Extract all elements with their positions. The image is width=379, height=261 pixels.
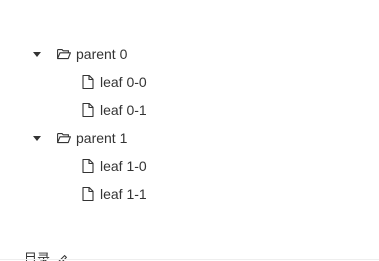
- file-icon: [81, 102, 95, 118]
- directory-tree: parent 0 leaf 0-0 leaf 0-1 parent 1 leaf…: [0, 40, 379, 208]
- divider: [0, 259, 379, 260]
- tree-node-label: leaf 0-1: [100, 102, 147, 118]
- tree-node-content[interactable]: parent 1: [57, 124, 127, 152]
- file-icon: [81, 74, 95, 90]
- tree-node-label: parent 1: [76, 130, 128, 146]
- tree-node-leaf-1-0[interactable]: leaf 1-0: [0, 152, 379, 180]
- tree-node-label: parent 0: [76, 46, 128, 62]
- tree-node-label: leaf 1-0: [100, 158, 147, 174]
- tree-node-content[interactable]: leaf 0-1: [81, 96, 147, 124]
- tree-node-parent-1[interactable]: parent 1: [0, 124, 379, 152]
- tree-node-leaf-1-1[interactable]: leaf 1-1: [0, 180, 379, 208]
- tree-node-leaf-0-1[interactable]: leaf 0-1: [0, 96, 379, 124]
- tree-node-content[interactable]: leaf 0-0: [81, 68, 147, 96]
- file-icon: [81, 186, 95, 202]
- folder-open-icon: [57, 130, 71, 146]
- file-icon: [81, 158, 95, 174]
- tree-node-label: leaf 1-1: [100, 186, 147, 202]
- expand-toggle-icon[interactable]: [31, 124, 45, 152]
- tree-node-leaf-0-0[interactable]: leaf 0-0: [0, 68, 379, 96]
- tree-node-content[interactable]: leaf 1-0: [81, 152, 147, 180]
- expand-toggle-icon[interactable]: [31, 40, 45, 68]
- tree-node-label: leaf 0-0: [100, 74, 147, 90]
- tree-node-parent-0[interactable]: parent 0: [0, 40, 379, 68]
- footer-bar: 目录: [0, 248, 379, 261]
- folder-open-icon: [57, 46, 71, 62]
- tree-node-content[interactable]: leaf 1-1: [81, 180, 147, 208]
- tree-node-content[interactable]: parent 0: [57, 40, 127, 68]
